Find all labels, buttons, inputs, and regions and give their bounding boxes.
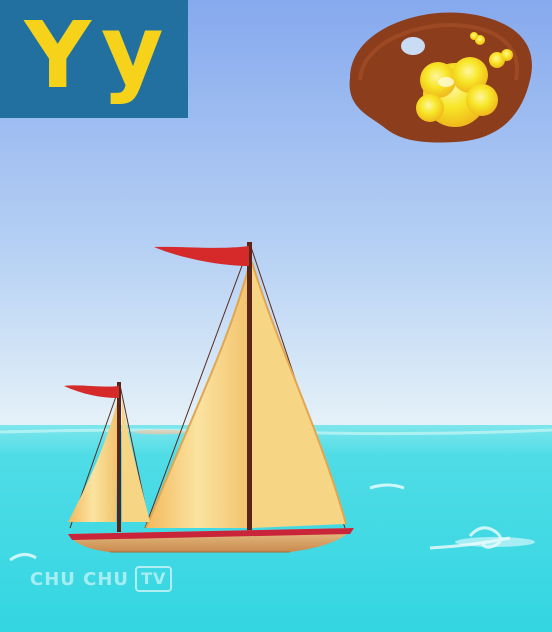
main-mast — [247, 242, 252, 532]
channel-watermark: CHU CHU TV — [30, 566, 173, 592]
uppercase-letter: Y — [24, 2, 92, 109]
lowercase-letter: y — [101, 0, 164, 106]
letter-card: Y y — [0, 0, 188, 118]
watermark-text: CHU CHU — [30, 568, 130, 590]
small-mast — [117, 382, 121, 532]
tv-badge: TV — [135, 566, 173, 592]
